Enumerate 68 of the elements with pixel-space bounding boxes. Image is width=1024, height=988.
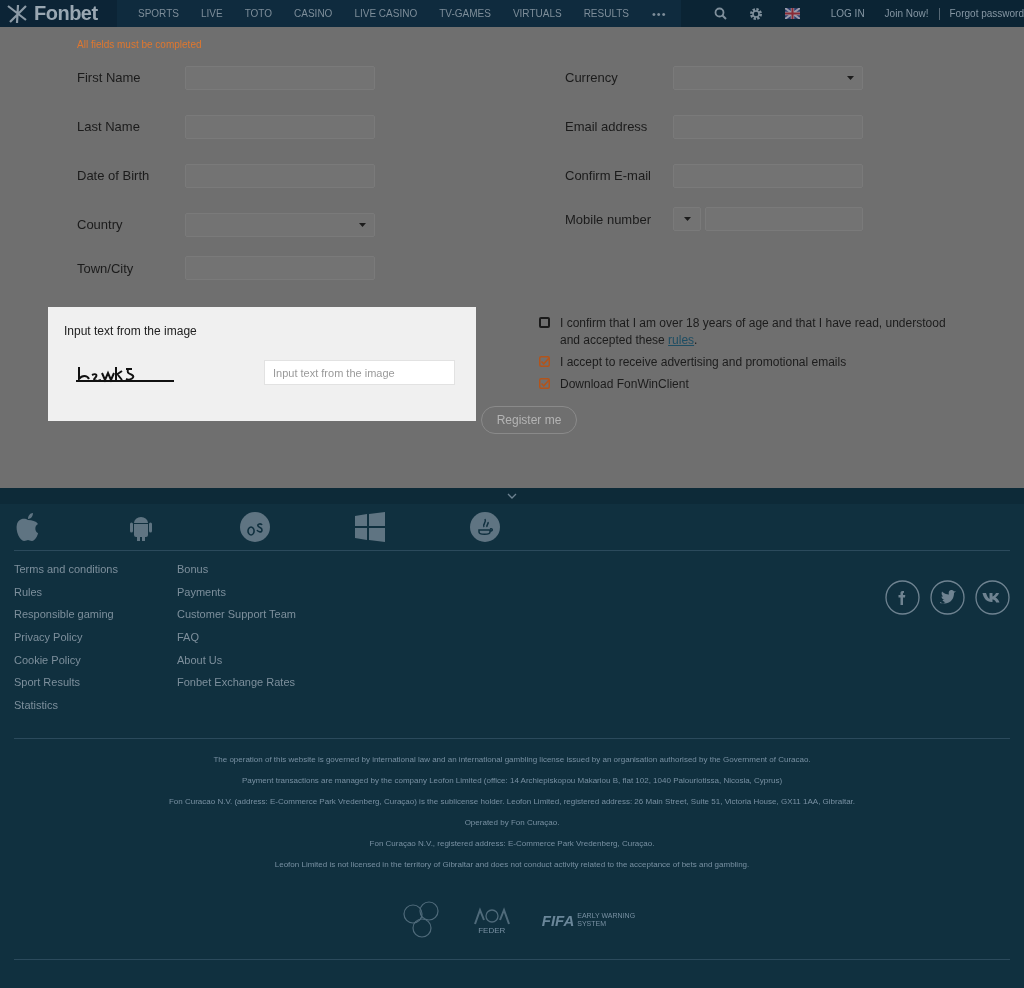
forgot-password-link[interactable]: Forgot password (939, 8, 1024, 19)
nav-link[interactable]: LIVE CASINO (343, 7, 429, 20)
legal-text: Fon Curaçao N.V., registered address: E-Commerce Park Vredenberg, Curaçao. (369, 839, 655, 850)
footer-link[interactable]: Responsible gaming (14, 608, 177, 632)
checkbox[interactable] (539, 356, 550, 367)
consent-text: I confirm that I am over 18 years of age and that I have read, understood and accepted these rules. (560, 315, 947, 349)
nav-link[interactable]: SPORTS (127, 7, 190, 20)
nav-link[interactable]: TOTO (233, 7, 284, 20)
settings-icon[interactable] (748, 6, 763, 21)
footer-link[interactable]: Rules (14, 585, 177, 609)
join-link[interactable]: Join Now! (874, 8, 939, 19)
error-notice: All fields must be completed (77, 39, 203, 52)
flag-icon[interactable] (784, 8, 800, 19)
nav-link[interactable]: TV-GAMES (428, 7, 502, 20)
field-label: Email address (564, 119, 649, 134)
legal-text: Fon Curacao N.V. (address: E-Commerce Park Vredenberg, Curaçao) is the sublicense holder. Leofon Limited, registered address: 26 Main Street, Suite 51, Victoria House, GX11 1AA, Gibraltar. (168, 797, 856, 808)
captcha-label: Input text from the image (64, 324, 198, 338)
search-icon[interactable] (713, 7, 727, 20)
field-label: Town/City (76, 260, 135, 276)
field-label: Confirm E-mail (564, 168, 652, 183)
checkbox[interactable] (539, 317, 550, 328)
legal-text: Operated by Fon Curaçao. (464, 818, 560, 829)
country-code-select[interactable] (673, 207, 701, 231)
consent-text: I accept to receive advertising and promotional emails (560, 354, 848, 371)
select-field[interactable] (673, 65, 863, 90)
captcha-input[interactable]: Input text from the image (264, 360, 455, 385)
nav-link[interactable]: VIRTUALS (501, 7, 573, 20)
nav-link[interactable]: CASINO (283, 7, 344, 20)
login-link[interactable]: LOG IN (820, 8, 875, 19)
footer-link[interactable]: Bonus (177, 563, 340, 586)
legal-text: Payment transactions are managed by the company Leofon Limited (office: 14 Archiepiskopou Makariou B, flat 102, 1040 Palouriotissa, Nicosia, Cyprus) (241, 776, 783, 787)
footer-link[interactable]: Customer Support Team (177, 608, 340, 632)
nav-link[interactable]: LIVE (189, 7, 234, 20)
footer-link[interactable]: Payments (177, 585, 340, 609)
macos-icon[interactable] (240, 512, 270, 542)
checkbox[interactable] (539, 378, 550, 389)
caret-icon (683, 217, 691, 221)
caret-icon (847, 75, 854, 80)
footer-link[interactable]: Sport Results (14, 676, 177, 700)
java-icon[interactable] (470, 512, 500, 542)
footer-link[interactable]: Fonbet Exchange Rates (177, 676, 340, 700)
consent-text: Download FonWinClient (560, 376, 690, 393)
facebook-icon[interactable] (885, 580, 920, 615)
field-label: Last Name (76, 119, 141, 134)
windows-icon[interactable] (355, 512, 385, 542)
field-label: Currency (564, 70, 619, 85)
vk-icon[interactable] (975, 580, 1010, 615)
footer-link[interactable]: Privacy Policy (14, 631, 177, 654)
footer-link[interactable]: About Us (177, 653, 340, 677)
footer-link[interactable]: FAQ (177, 631, 340, 654)
legal-text: Leofon Limited is not licensed in the territory of Gibraltar and does not conduct activity related to the acceptance of bets and gambling. (274, 860, 750, 871)
footer-link[interactable]: Terms and conditions (14, 563, 177, 586)
field-label: Date of Birth (76, 168, 151, 183)
field-label: First Name (76, 70, 142, 85)
more-menu[interactable]: ••• (640, 7, 679, 20)
nav-link[interactable]: RESULTS (572, 7, 640, 20)
logo[interactable]: Fonbet (0, 0, 117, 27)
footer-link[interactable]: Cookie Policy (14, 653, 177, 677)
field-label: Mobile number (564, 211, 652, 227)
chevron-down-icon[interactable] (507, 493, 517, 499)
caret-icon (359, 222, 366, 227)
footer-link[interactable]: Statistics (14, 699, 177, 722)
sports-rings-logo (401, 901, 442, 939)
legal-text: The operation of this website is governed by international law and an international gambling license issued by an organisation authorised by the Government of Curacao. (213, 755, 811, 766)
select-field[interactable] (185, 212, 375, 237)
feder-logo: FEDER (471, 905, 512, 935)
field-label: Country (76, 217, 124, 232)
twitter-icon[interactable] (930, 580, 965, 615)
